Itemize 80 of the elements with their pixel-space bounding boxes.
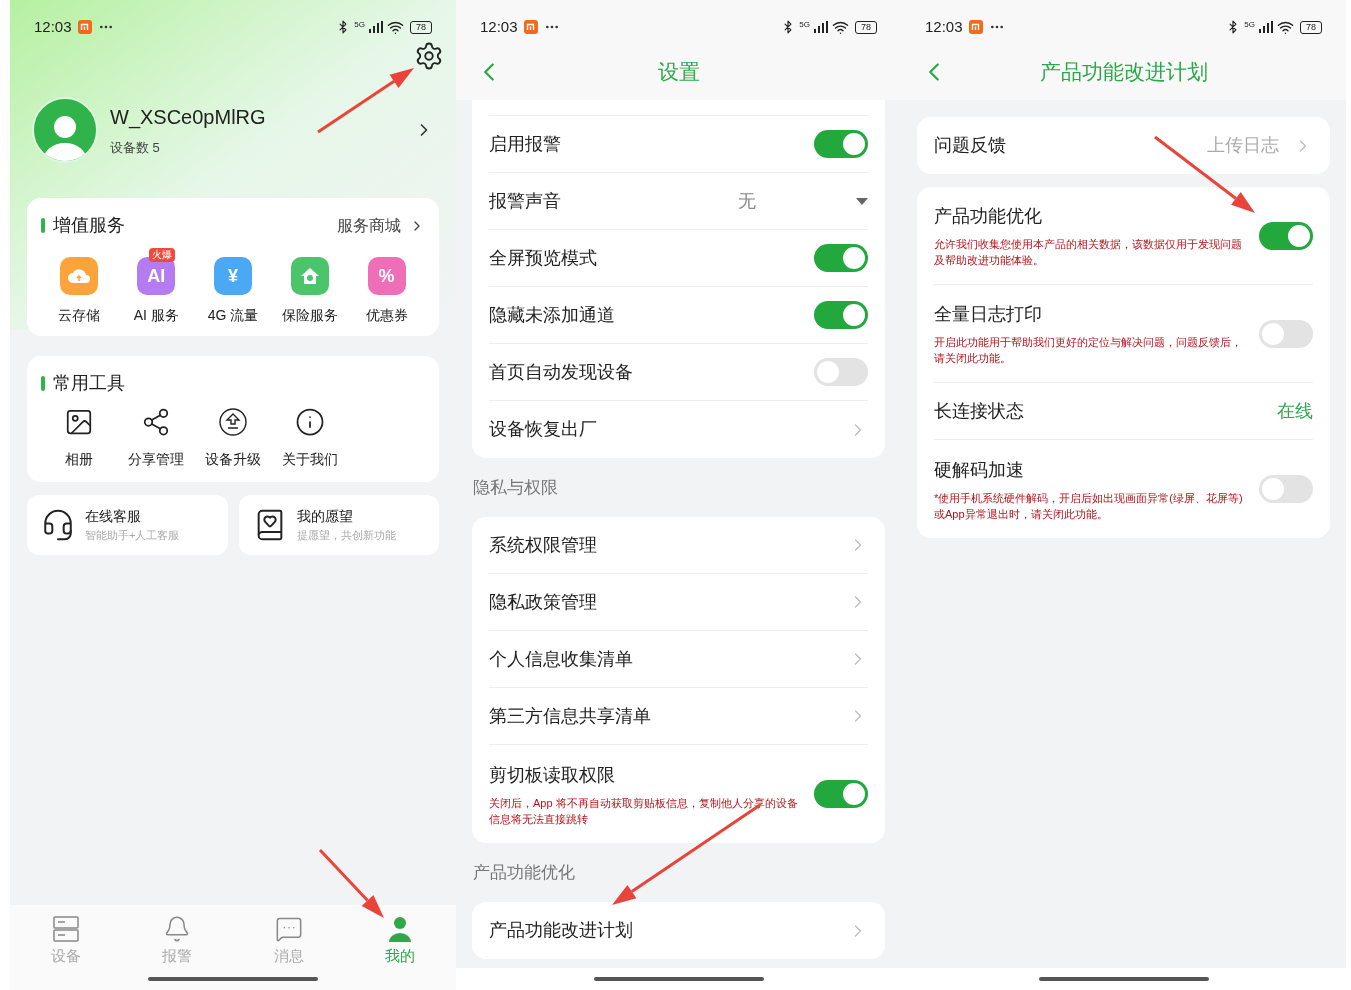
battery-indicator: 78 <box>855 20 877 34</box>
row-label: 全量日志打印 <box>934 303 1043 326</box>
service-label[interactable]: AI 服务 <box>133 305 179 326</box>
battery-indicator: 78 <box>410 20 432 34</box>
annotation-arrow <box>318 848 384 918</box>
info-icon <box>294 407 325 437</box>
toggle-switch[interactable] <box>814 130 868 158</box>
message-icon <box>274 915 303 943</box>
toggle-switch[interactable] <box>1259 319 1313 348</box>
battery-indicator: 78 <box>1300 20 1322 34</box>
status-time: 12:03 <box>480 16 518 37</box>
network-type: 5G <box>799 20 810 29</box>
row-label: 个人信息收集清单 <box>489 647 633 671</box>
toggle-switch[interactable] <box>814 780 868 808</box>
row-label: 第三方信息共享清单 <box>489 704 651 728</box>
network-type: 5G <box>1244 20 1255 29</box>
row-label: 产品功能改进计划 <box>489 919 633 942</box>
signal-icon <box>1259 21 1273 33</box>
signal-icon <box>814 21 828 33</box>
screen-title: 产品功能改进计划 <box>1039 59 1208 86</box>
row-label: 全屏预览模式 <box>489 246 597 270</box>
row-label: 硬解码加速 <box>934 458 1025 482</box>
service-card[interactable]: 我的愿望 提愿望，共创新功能 <box>238 495 439 555</box>
section-title: 增值服务 <box>53 214 125 237</box>
card-subtitle: 提愿望，共创新功能 <box>296 528 396 544</box>
network-type: 5G <box>354 20 365 29</box>
settings-icon[interactable] <box>414 41 444 71</box>
tool-label[interactable]: 关于我们 <box>281 449 338 470</box>
toggle-switch[interactable] <box>814 358 868 386</box>
card-title: 在线客服 <box>85 507 142 527</box>
tool-label[interactable]: 分享管理 <box>128 449 185 470</box>
status-value: 在线 <box>1277 399 1313 423</box>
dropdown-caret-icon <box>856 197 868 205</box>
row-label: 设备恢复出厂 <box>489 418 597 441</box>
service-icon: % <box>367 257 406 295</box>
status-time: 12:03 <box>34 16 72 37</box>
row-label: 启用报警 <box>489 132 561 156</box>
row-label: 问题反馈 <box>934 134 1006 157</box>
screen-title: 设置 <box>657 59 700 86</box>
app-notification-icon <box>523 20 538 34</box>
row-label: 隐藏未添加通道 <box>489 303 615 327</box>
service-icon: ¥ <box>214 257 252 295</box>
row-label: 产品功能优化 <box>934 205 1043 228</box>
service-card[interactable]: 在线客服 智能助手+人工客服 <box>27 495 228 555</box>
section-heading: 隐私与权限 <box>473 476 558 499</box>
device-count: 设备数 5 <box>110 139 161 158</box>
section-title: 常用工具 <box>53 372 125 395</box>
status-time: 12:03 <box>925 16 963 37</box>
toggle-switch[interactable] <box>814 244 868 272</box>
toggle-switch[interactable] <box>1259 221 1313 250</box>
row-label: 剪切板读取权限 <box>489 763 616 787</box>
upgrade-icon <box>218 407 248 437</box>
service-label[interactable]: 保险服务 <box>281 305 338 326</box>
row-label: 系统权限管理 <box>489 533 597 557</box>
headset-icon <box>41 508 75 542</box>
row-value: 上传日志 <box>1207 134 1279 157</box>
toggle-switch[interactable] <box>814 301 868 329</box>
app-notification-icon <box>968 20 983 34</box>
toggle-switch[interactable] <box>1259 475 1313 503</box>
signal-icon <box>369 21 383 33</box>
section-heading: 产品功能优化 <box>473 861 575 884</box>
row-note: 允许我们收集您使用本产品的相关数据，该数据仅用于发现问题及帮助改进功能体验。 <box>934 237 1243 268</box>
device-icon <box>51 915 80 943</box>
sound-select[interactable]: 无 <box>738 187 868 215</box>
row-note: 开启此功能用于帮助我们更好的定位与解决问题，问题反馈后，请关闭此功能。 <box>934 335 1243 366</box>
service-label[interactable]: 云存储 <box>58 305 101 326</box>
row-label: 报警声音 <box>489 189 561 213</box>
service-label[interactable]: 4G 流量 <box>207 305 259 326</box>
card-subtitle: 智能助手+人工客服 <box>85 528 180 544</box>
row-label: 隐私政策管理 <box>489 590 597 614</box>
tool-label[interactable]: 设备升级 <box>205 449 261 470</box>
row-label: 长连接状态 <box>934 399 1024 423</box>
tool-label[interactable]: 相册 <box>65 449 94 470</box>
service-label[interactable]: 优惠券 <box>365 305 408 326</box>
user-name: W_XSCe0pMlRG <box>110 105 267 131</box>
mall-link[interactable]: 服务商城 <box>337 213 401 238</box>
card-title: 我的愿望 <box>296 507 354 527</box>
row-note: *使用手机系统硬件解码，开启后如出现画面异常(绿屏、花屏等)或App异常退出时，请关闭此功能。 <box>934 490 1244 522</box>
hot-badge: 火爆 <box>149 248 176 262</box>
row-label: 首页自动发现设备 <box>489 360 633 384</box>
